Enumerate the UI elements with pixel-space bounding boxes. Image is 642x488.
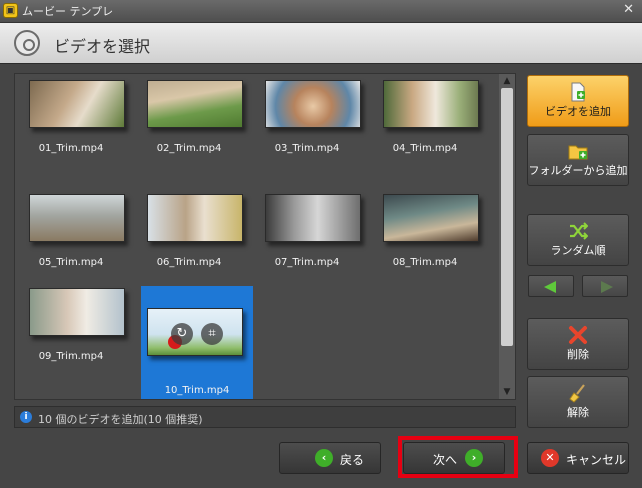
delete-label: 削除	[567, 348, 589, 361]
video-tile[interactable]: 03_Trim.mp4	[251, 74, 363, 187]
video-filename: 06_Trim.mp4	[156, 257, 222, 268]
video-filename: 03_Trim.mp4	[274, 143, 340, 154]
add-from-folder-button[interactable]: フォルダーから追加	[527, 134, 629, 186]
video-thumbnail	[29, 80, 125, 128]
status-text: 10 個のビデオを追加(10 個推奨)	[38, 413, 203, 426]
move-left-button[interactable]	[528, 275, 574, 297]
close-icon[interactable]: ✕	[623, 2, 634, 17]
video-thumbnail	[29, 194, 125, 242]
video-tile[interactable]: 01_Trim.mp4	[15, 74, 127, 187]
video-tile[interactable]: 07_Trim.mp4	[251, 188, 363, 301]
scroll-up-icon[interactable]: ▲	[499, 74, 515, 88]
video-gallery: 01_Trim.mp4 02_Trim.mp4 03_Trim.mp4 04_T…	[14, 73, 516, 400]
video-filename: 04_Trim.mp4	[392, 143, 458, 154]
video-tile[interactable]: 04_Trim.mp4	[369, 74, 481, 187]
add-video-button[interactable]: ビデオを追加	[527, 75, 629, 127]
delete-x-icon	[569, 326, 587, 344]
window-titlebar: ▣ ムービー テンプレ ✕	[0, 0, 642, 23]
random-order-button[interactable]: ランダム順	[527, 214, 629, 266]
page-title: ビデオを選択	[54, 37, 151, 56]
video-filename: 10_Trim.mp4	[164, 385, 230, 396]
film-reel-icon	[14, 30, 40, 56]
rotate-icon[interactable]: ↻	[171, 323, 193, 345]
video-tile[interactable]: 06_Trim.mp4	[133, 188, 245, 301]
add-video-icon	[571, 82, 585, 102]
video-thumbnail	[383, 80, 479, 128]
video-filename: 08_Trim.mp4	[392, 257, 458, 268]
video-thumbnail	[383, 194, 479, 242]
arrow-right-icon	[601, 281, 613, 293]
random-order-label: ランダム順	[550, 244, 606, 257]
back-button[interactable]: ‹ 戻る	[279, 442, 381, 474]
arrow-left-icon	[544, 281, 556, 293]
video-thumbnail	[147, 194, 243, 242]
video-tile[interactable]: 02_Trim.mp4	[133, 74, 245, 187]
clear-button[interactable]: 解除	[527, 376, 629, 428]
video-thumbnail	[29, 288, 125, 336]
shuffle-icon	[570, 222, 588, 240]
video-thumbnail	[265, 80, 361, 128]
delete-button[interactable]: 削除	[527, 318, 629, 370]
clear-label: 解除	[567, 406, 589, 419]
video-filename: 01_Trim.mp4	[38, 143, 104, 154]
back-arrow-icon: ‹	[315, 449, 333, 467]
video-filename: 09_Trim.mp4	[38, 351, 104, 362]
scroll-down-icon[interactable]: ▼	[499, 385, 515, 399]
cancel-x-icon: ✕	[541, 449, 559, 467]
next-arrow-icon: ›	[465, 449, 483, 467]
video-tile[interactable]: 09_Trim.mp4	[15, 282, 127, 395]
app-logo-icon: ▣	[3, 3, 18, 18]
back-label: 戻る	[340, 453, 365, 467]
scroll-thumb[interactable]	[501, 88, 513, 346]
add-video-label: ビデオを追加	[545, 105, 611, 118]
video-filename: 02_Trim.mp4	[156, 143, 222, 154]
step-header: ビデオを選択	[0, 23, 642, 64]
broom-icon	[569, 384, 585, 403]
video-tile-selected[interactable]: ↻ ⌗ 10_Trim.mp4	[141, 286, 253, 399]
next-label: 次へ	[433, 453, 458, 467]
folder-add-icon	[568, 145, 588, 160]
info-icon: i	[20, 411, 32, 423]
video-tile[interactable]: 08_Trim.mp4	[369, 188, 481, 301]
cancel-button[interactable]: ✕ キャンセル	[527, 442, 629, 474]
video-thumbnail	[265, 194, 361, 242]
window-title: ムービー テンプレ	[22, 5, 114, 18]
status-bar: i 10 個のビデオを追加(10 個推奨)	[14, 406, 516, 428]
next-button[interactable]: 次へ ›	[403, 442, 505, 474]
video-thumbnail	[147, 80, 243, 128]
video-filename: 07_Trim.mp4	[274, 257, 340, 268]
video-thumbnail	[147, 308, 243, 356]
move-right-button[interactable]	[582, 275, 628, 297]
video-filename: 05_Trim.mp4	[38, 257, 104, 268]
gallery-scrollbar[interactable]: ▲ ▼	[499, 74, 515, 399]
crop-icon[interactable]: ⌗	[201, 323, 223, 345]
cancel-label: キャンセル	[566, 453, 627, 467]
add-from-folder-label: フォルダーから追加	[528, 164, 628, 177]
